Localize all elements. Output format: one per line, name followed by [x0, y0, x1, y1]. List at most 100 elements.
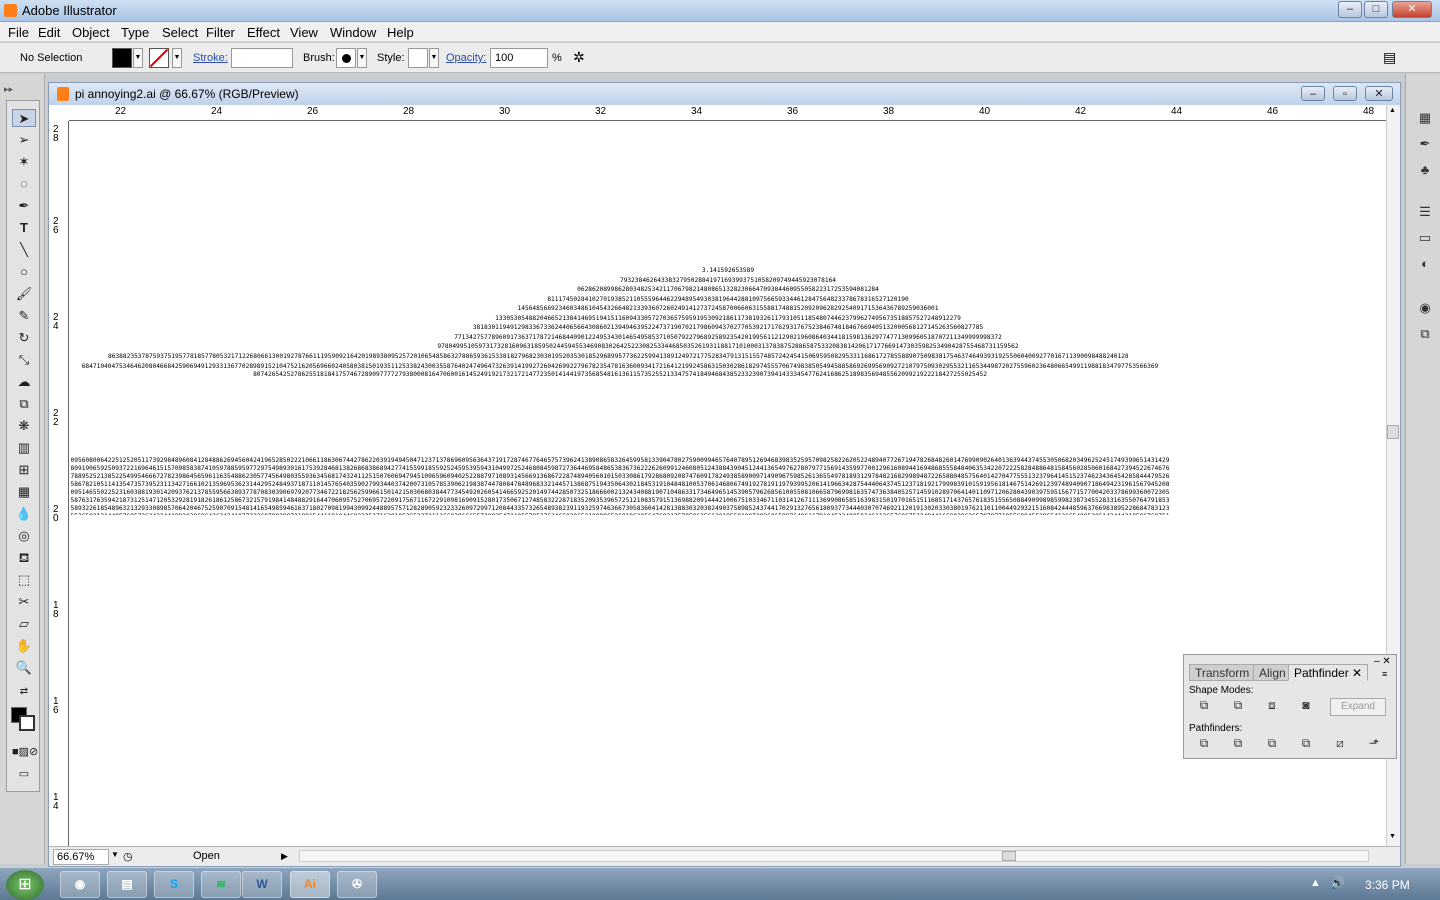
line-icon[interactable]: ╲ [12, 241, 36, 259]
opacity-field[interactable]: 100 [490, 48, 548, 68]
pen-icon[interactable]: ✒ [12, 197, 36, 215]
outline-icon[interactable]: ⧄ [1330, 736, 1350, 754]
color-mode-icon[interactable]: ■▨⊘ [12, 743, 38, 761]
doc-close-button[interactable]: ✕ [1365, 86, 1393, 101]
scroll-up-icon[interactable]: ▲ [1389, 107, 1396, 114]
slice-icon[interactable]: ✂ [12, 593, 36, 611]
stroke-label[interactable]: Stroke: [193, 52, 228, 64]
layers-icon[interactable]: ⧉ [1415, 326, 1435, 344]
app-taskbar-icon[interactable]: ✇ [337, 871, 377, 898]
exclude-icon[interactable]: ◙ [1296, 698, 1316, 716]
panel-menu-icon[interactable]: ≡ [1382, 669, 1387, 679]
zoom-icon[interactable]: 🔍 [12, 659, 36, 677]
unite-icon[interactable]: ⧉ [1194, 698, 1214, 716]
brush-swatch[interactable] [336, 48, 356, 68]
rotate-icon[interactable]: ↻ [12, 329, 36, 347]
maximize-button[interactable]: □ [1364, 1, 1388, 18]
crop-icon[interactable]: ⧉ [1296, 736, 1316, 754]
tab-transform[interactable]: Transform [1189, 664, 1256, 681]
skype-taskbar-icon[interactable]: S [154, 871, 194, 898]
explorer-taskbar-icon[interactable]: ▤ [107, 871, 147, 898]
style-dropdown[interactable]: ▼ [429, 48, 439, 68]
menu-object[interactable]: Object [72, 25, 110, 40]
lasso-icon[interactable]: ◌ [12, 175, 36, 193]
minus-back-icon[interactable]: ⬏ [1364, 736, 1384, 754]
stroke-weight-field[interactable] [231, 48, 293, 68]
gradient-icon[interactable]: ▦ [12, 483, 36, 501]
type-icon[interactable]: T [12, 219, 36, 237]
hand-icon[interactable]: ✋ [12, 637, 36, 655]
scroll-down-icon[interactable]: ▼ [1389, 833, 1396, 840]
zoom-dropdown-icon[interactable]: ▼ [111, 850, 119, 859]
stroke-swatch[interactable] [149, 48, 169, 68]
status-menu-icon[interactable]: ▶ [281, 851, 288, 862]
chrome-taskbar-icon[interactable]: ◉ [60, 871, 100, 898]
minus-front-icon[interactable]: ⧉ [1228, 698, 1248, 716]
eraser-icon[interactable]: ▱ [12, 615, 36, 633]
stroke-panel-icon[interactable]: ☰ [1415, 204, 1435, 222]
opacity-label[interactable]: Opacity: [446, 52, 486, 64]
live-paint-icon[interactable]: ⛾ [12, 549, 36, 567]
brushes-icon[interactable]: ✒ [1415, 136, 1435, 154]
menu-help[interactable]: Help [387, 25, 414, 40]
menu-select[interactable]: Select [162, 25, 198, 40]
horizontal-scrollbar[interactable] [299, 850, 1369, 862]
transparency-icon[interactable]: ◐ [1415, 256, 1435, 274]
stroke-color-icon[interactable] [19, 715, 35, 731]
brush-dropdown[interactable]: ▼ [357, 48, 367, 68]
eyedropper-icon[interactable]: 💧 [12, 505, 36, 523]
live-paint-select-icon[interactable]: ⬚ [12, 571, 36, 589]
spotify-taskbar-icon[interactable]: ≋ [201, 871, 241, 898]
mesh-icon[interactable]: ⊞ [12, 461, 36, 479]
doc-minimize-button[interactable]: – [1301, 86, 1325, 101]
zoom-field[interactable]: 66.67% [53, 849, 109, 865]
direct-select-icon[interactable]: ➢ [12, 131, 36, 149]
minimize-button[interactable]: – [1338, 1, 1362, 18]
tab-align[interactable]: Align [1253, 664, 1292, 681]
illustrator-taskbar-icon[interactable]: Ai [290, 871, 330, 898]
magic-wand-icon[interactable]: ✶ [12, 153, 36, 171]
style-swatch[interactable] [408, 48, 428, 68]
pencil-icon[interactable]: ✎ [12, 307, 36, 325]
screen-mode-icon[interactable]: ▭ [12, 765, 36, 783]
fill-dropdown[interactable]: ▼ [133, 48, 143, 68]
warp-icon[interactable]: ☁ [12, 373, 36, 391]
free-transform-icon[interactable]: ⧉ [12, 395, 36, 413]
intersect-icon[interactable]: ⧈ [1262, 698, 1282, 716]
collapse-icon[interactable]: ▸▸ [4, 84, 32, 94]
volume-icon[interactable]: 🔊 [1330, 876, 1345, 890]
expand-button[interactable]: Expand [1330, 698, 1386, 716]
blend-icon[interactable]: ◎ [12, 527, 36, 545]
menu-file[interactable]: File [8, 25, 29, 40]
menu-view[interactable]: View [290, 25, 318, 40]
swatches-icon[interactable]: ▦ [1415, 110, 1435, 128]
clock[interactable]: 3:36 PM [1365, 878, 1410, 892]
select-icon[interactable]: ➤ [12, 109, 36, 127]
symbol-sprayer-icon[interactable]: ❋ [12, 417, 36, 435]
appearance-icon[interactable]: ◉ [1415, 300, 1435, 318]
fill-swatch[interactable] [112, 48, 132, 68]
scale-icon[interactable]: ⤡ [12, 351, 36, 369]
status-options-icon[interactable]: ◷ [123, 850, 133, 863]
ellipse-icon[interactable]: ○ [12, 263, 36, 281]
start-button[interactable]: ⊞ [6, 870, 44, 900]
word-taskbar-icon[interactable]: W [242, 871, 282, 898]
menu-edit[interactable]: Edit [38, 25, 60, 40]
symbols-icon[interactable]: ♣ [1415, 162, 1435, 180]
trim-icon[interactable]: ⧉ [1228, 736, 1248, 754]
tray-arrow-icon[interactable]: ▲ [1310, 877, 1321, 889]
panel-collapse-icon[interactable]: – ✕ [1374, 656, 1391, 667]
doc-restore-button[interactable]: ▫ [1333, 86, 1357, 101]
transparency-options-icon[interactable]: ✲ [573, 49, 585, 66]
horizontal-scroll-thumb[interactable] [1002, 851, 1016, 861]
merge-icon[interactable]: ⧉ [1262, 736, 1282, 754]
menu-effect[interactable]: Effect [247, 25, 280, 40]
graph-icon[interactable]: ▥ [12, 439, 36, 457]
menu-window[interactable]: Window [330, 25, 376, 40]
paintbrush-icon[interactable]: 🖌 [12, 285, 36, 303]
menu-filter[interactable]: Filter [206, 25, 235, 40]
close-button[interactable]: ✕ [1392, 1, 1432, 18]
menu-type[interactable]: Type [121, 25, 149, 40]
document-setup-icon[interactable]: ▤ [1383, 49, 1396, 66]
divide-icon[interactable]: ⧉ [1194, 736, 1214, 754]
